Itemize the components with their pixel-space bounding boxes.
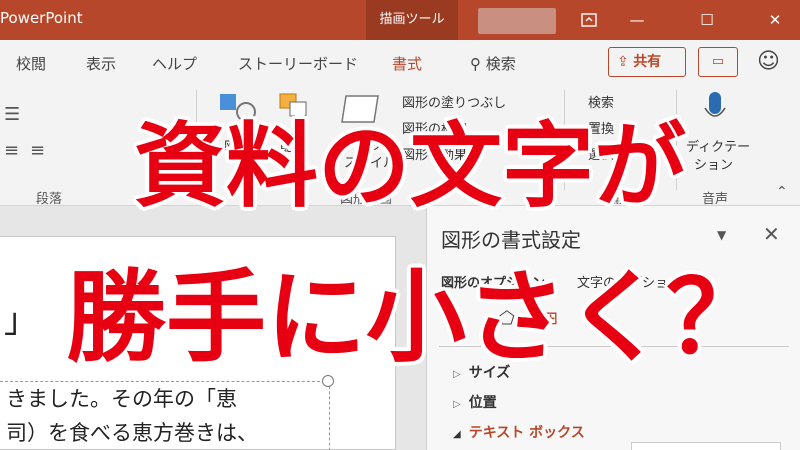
app-title: PowerPoint <box>0 9 83 27</box>
tab-storyboard[interactable]: ストーリーボード <box>238 53 358 74</box>
ribbon-tab-row: 校閲 表示 ヘルプ ストーリーボード 書式 ⚲ 検索 ⇪ 共有 ▭ ☺ <box>0 40 800 84</box>
slide-body-line-2: 司）を食べる恵方巻きは、 <box>6 421 258 445</box>
tab-review[interactable]: 校閲 <box>16 53 46 74</box>
comments-button[interactable]: ▭ <box>698 47 738 77</box>
collapse-triangle-icon: ◢ <box>453 429 461 440</box>
caption-line-2: 勝手に小さく？ <box>66 259 766 376</box>
ribbon-display-options-button[interactable] <box>566 0 612 40</box>
close-window-button[interactable]: ✕ <box>752 0 798 40</box>
context-tab-drawing-tools[interactable]: 描画ツール <box>366 0 458 40</box>
account-name-blurred <box>478 8 556 34</box>
expand-triangle-icon: ▷ <box>453 399 461 410</box>
tab-view[interactable]: 表示 <box>86 53 116 74</box>
title-bar: PowerPoint 描画ツール — ☐ ✕ <box>0 0 800 40</box>
section-position[interactable]: ▷ 位置 <box>453 392 497 412</box>
share-label: 共有 <box>633 54 662 70</box>
maximize-button[interactable]: ☐ <box>684 0 730 40</box>
text-box-setting-input[interactable] <box>631 442 781 450</box>
search-icon: ⚲ <box>470 55 481 73</box>
ribbon-display-icon <box>581 13 597 27</box>
share-button[interactable]: ⇪ 共有 <box>608 47 686 77</box>
share-icon: ⇪ <box>617 54 629 70</box>
section-position-label: 位置 <box>468 395 497 411</box>
comment-icon: ▭ <box>711 54 725 69</box>
section-text-box-label: テキスト ボックス <box>468 425 585 441</box>
slide-body-line-1: きました。その年の「恵 <box>6 387 237 411</box>
search-label: 検索 <box>485 55 516 73</box>
tab-help[interactable]: ヘルプ <box>152 53 197 74</box>
caption-line-1: 資料の文字が <box>133 113 686 220</box>
section-text-box[interactable]: ◢ テキスト ボックス <box>453 422 585 442</box>
feedback-smiley-icon[interactable]: ☺ <box>757 49 780 74</box>
tell-me-search[interactable]: ⚲ 検索 <box>470 53 516 74</box>
minimize-button[interactable]: — <box>614 0 660 40</box>
tab-format[interactable]: 書式 <box>392 53 422 74</box>
